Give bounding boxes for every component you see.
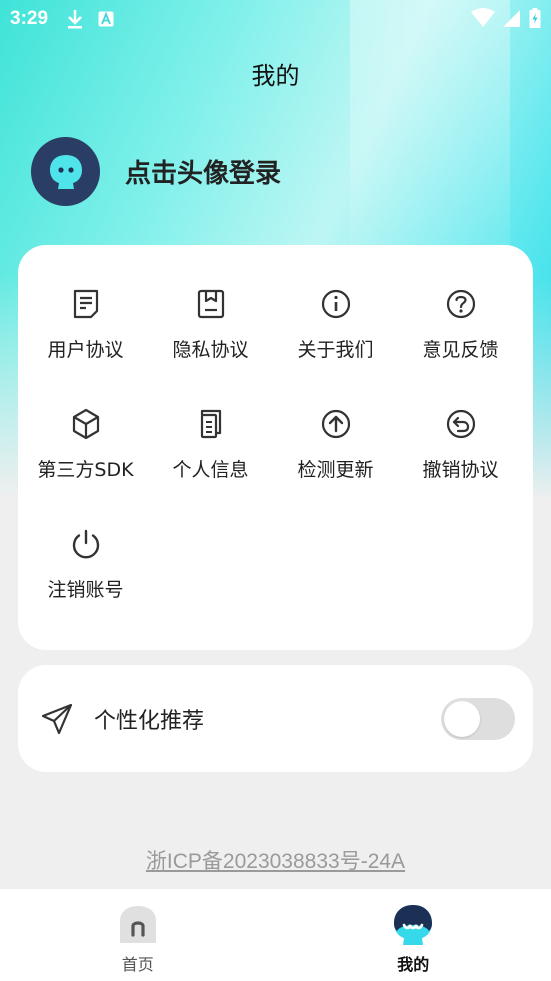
wifi-icon [471, 8, 495, 27]
upload-arrow-icon [321, 409, 350, 439]
menu-item-about-us[interactable]: 关于我们 [273, 287, 398, 397]
page-title: 我的 [251, 62, 300, 90]
document-icon [73, 289, 98, 319]
menu-item-personal-info[interactable]: 个人信息 [148, 407, 273, 517]
undo-icon [446, 409, 475, 439]
menu-label: 第三方SDK [37, 459, 134, 481]
status-bar: 3:29 [0, 0, 551, 38]
toggle-knob [444, 701, 480, 737]
menu-label: 意见反馈 [422, 339, 499, 361]
menu-item-check-update[interactable]: 检测更新 [273, 407, 398, 517]
battery-charging-icon [529, 8, 541, 28]
avatar[interactable] [31, 137, 100, 206]
profile-login[interactable]: 点击头像登录 [31, 137, 281, 206]
power-icon [72, 529, 99, 559]
send-icon [41, 703, 73, 734]
files-icon [200, 409, 221, 439]
cube-icon [72, 408, 99, 440]
icp-link[interactable]: 浙ICP备2023038833号-24A [0, 845, 551, 875]
menu-label: 用户协议 [47, 339, 124, 361]
recommendation-label: 个性化推荐 [94, 708, 205, 734]
menu-label: 撤销协议 [422, 459, 499, 481]
menu-item-revoke-agreement[interactable]: 撤销协议 [398, 407, 523, 517]
a-badge-icon [98, 11, 114, 27]
recommendation-toggle[interactable] [441, 698, 515, 740]
personalized-recommendation-card: 个性化推荐 [18, 665, 533, 772]
tab-label: 我的 [397, 955, 430, 974]
bottom-nav: 首页 我的 [0, 889, 551, 981]
status-time: 3:29 [10, 8, 49, 29]
info-icon [321, 289, 350, 319]
tab-mine[interactable]: 我的 [276, 889, 551, 981]
menu-item-user-agreement[interactable]: 用户协议 [23, 287, 148, 397]
menu-label: 检测更新 [297, 459, 374, 481]
help-icon [446, 289, 475, 319]
login-prompt[interactable]: 点击头像登录 [125, 153, 281, 190]
download-icon [68, 10, 83, 29]
privacy-document-icon [197, 289, 224, 319]
mascot-icon [394, 905, 433, 945]
tab-home[interactable]: 首页 [0, 889, 276, 981]
menu-item-third-party-sdk[interactable]: 第三方SDK [23, 407, 148, 517]
menu-card: 用户协议 隐私协议 关于我们 意见反馈 第三方SDK 个人信息 检测更新 撤销协… [18, 245, 533, 650]
home-icon [119, 906, 156, 943]
menu-label: 关于我们 [297, 339, 374, 361]
menu-item-delete-account[interactable]: 注销账号 [23, 527, 148, 637]
menu-item-feedback[interactable]: 意见反馈 [398, 287, 523, 397]
menu-label: 个人信息 [172, 459, 249, 481]
menu-item-privacy-agreement[interactable]: 隐私协议 [148, 287, 273, 397]
menu-label: 隐私协议 [172, 339, 249, 361]
signal-icon [503, 10, 520, 27]
menu-label: 注销账号 [47, 579, 124, 601]
mascot-icon [49, 154, 82, 189]
tab-label: 首页 [121, 955, 154, 974]
